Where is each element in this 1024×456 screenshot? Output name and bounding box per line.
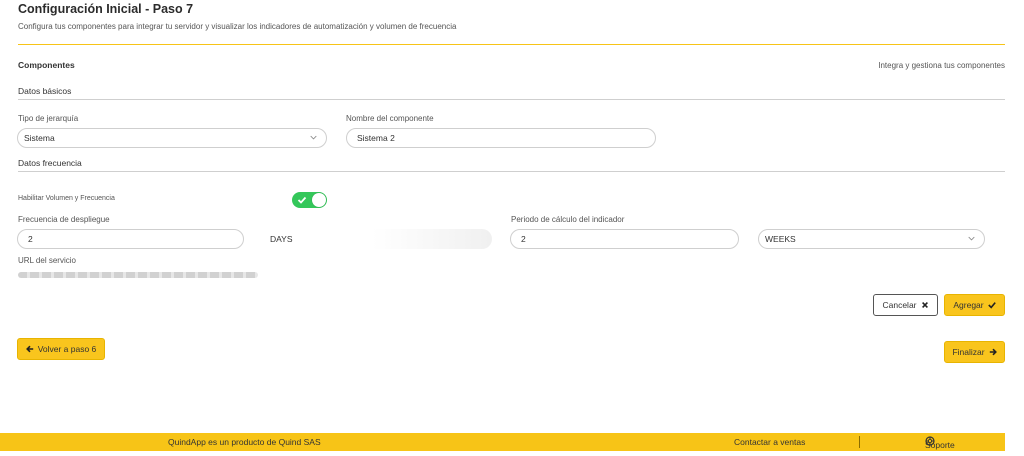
frecuencia-unit-value: DAYS xyxy=(270,234,293,244)
periodo-unit-value: WEEKS xyxy=(765,234,796,244)
datos-basicos-divider xyxy=(18,99,1005,100)
toggle-knob xyxy=(312,193,326,207)
footer-brand-text: QuindApp es un producto de Quind SAS xyxy=(168,437,321,447)
datos-frecuencia-divider xyxy=(18,171,1005,172)
cancel-button-label: Cancelar xyxy=(882,300,917,310)
page-subtitle: Configura tus componentes para integrar … xyxy=(18,22,457,31)
section-description: Integra y gestiona tus componentes xyxy=(878,61,1005,70)
header-divider xyxy=(18,44,1005,45)
back-step-button[interactable]: Volver a paso 6 xyxy=(17,338,105,360)
arrow-right-icon xyxy=(989,348,997,356)
nombre-componente-label: Nombre del componente xyxy=(346,114,434,123)
check-icon xyxy=(987,302,996,309)
close-icon xyxy=(921,302,928,308)
periodo-calculo-value: 2 xyxy=(521,234,526,244)
nombre-componente-input[interactable]: Sistema 2 xyxy=(346,128,656,148)
datos-basicos-header: Datos básicos xyxy=(18,86,72,96)
footer-divider xyxy=(859,436,860,448)
finish-button-label: Finalizar xyxy=(952,347,985,357)
url-servicio-value-redacted xyxy=(18,272,258,278)
add-button-label: Agregar xyxy=(953,300,984,310)
cancel-button[interactable]: Cancelar xyxy=(873,294,938,316)
footer-bar: QuindApp es un producto de Quind SAS Con… xyxy=(0,433,1024,451)
back-step-button-label: Volver a paso 6 xyxy=(37,344,97,354)
support-link-label: Soporte xyxy=(925,440,955,450)
add-button[interactable]: Agregar xyxy=(944,294,1005,316)
periodo-unit-select[interactable]: WEEKS xyxy=(758,229,985,249)
datos-frecuencia-header: Datos frecuencia xyxy=(18,158,82,168)
select-fade xyxy=(372,229,492,249)
volumen-frecuencia-toggle-label: Habilitar Volumen y Frecuencia xyxy=(18,195,115,202)
chevron-down-icon xyxy=(310,135,317,140)
chevron-down-icon xyxy=(968,236,975,241)
page-title: Configuración Inicial - Paso 7 xyxy=(18,2,194,16)
nombre-componente-value: Sistema 2 xyxy=(357,133,395,143)
tipo-jerarquia-value: Sistema xyxy=(24,133,55,143)
support-link[interactable]: Soporte xyxy=(925,436,955,450)
finish-button[interactable]: Finalizar xyxy=(944,341,1005,363)
frecuencia-despliegue-input[interactable]: 2 xyxy=(17,229,244,249)
frecuencia-unit-select[interactable]: DAYS xyxy=(264,229,492,249)
contact-sales-link[interactable]: Contactar a ventas xyxy=(734,437,805,447)
frecuencia-despliegue-value: 2 xyxy=(28,234,33,244)
footer-edge xyxy=(1005,433,1024,451)
check-icon xyxy=(297,196,307,204)
url-servicio-label: URL del servicio xyxy=(18,256,76,265)
frecuencia-despliegue-label: Frecuencia de despliegue xyxy=(18,215,110,224)
periodo-calculo-label: Periodo de cálculo del indicador xyxy=(511,215,625,224)
section-title: Componentes xyxy=(18,60,75,70)
arrow-left-icon xyxy=(25,345,33,353)
volumen-frecuencia-toggle[interactable] xyxy=(292,192,327,208)
tipo-jerarquia-select[interactable]: Sistema xyxy=(17,128,327,148)
tipo-jerarquia-label: Tipo de jerarquía xyxy=(18,114,79,123)
periodo-calculo-input[interactable]: 2 xyxy=(510,229,739,249)
